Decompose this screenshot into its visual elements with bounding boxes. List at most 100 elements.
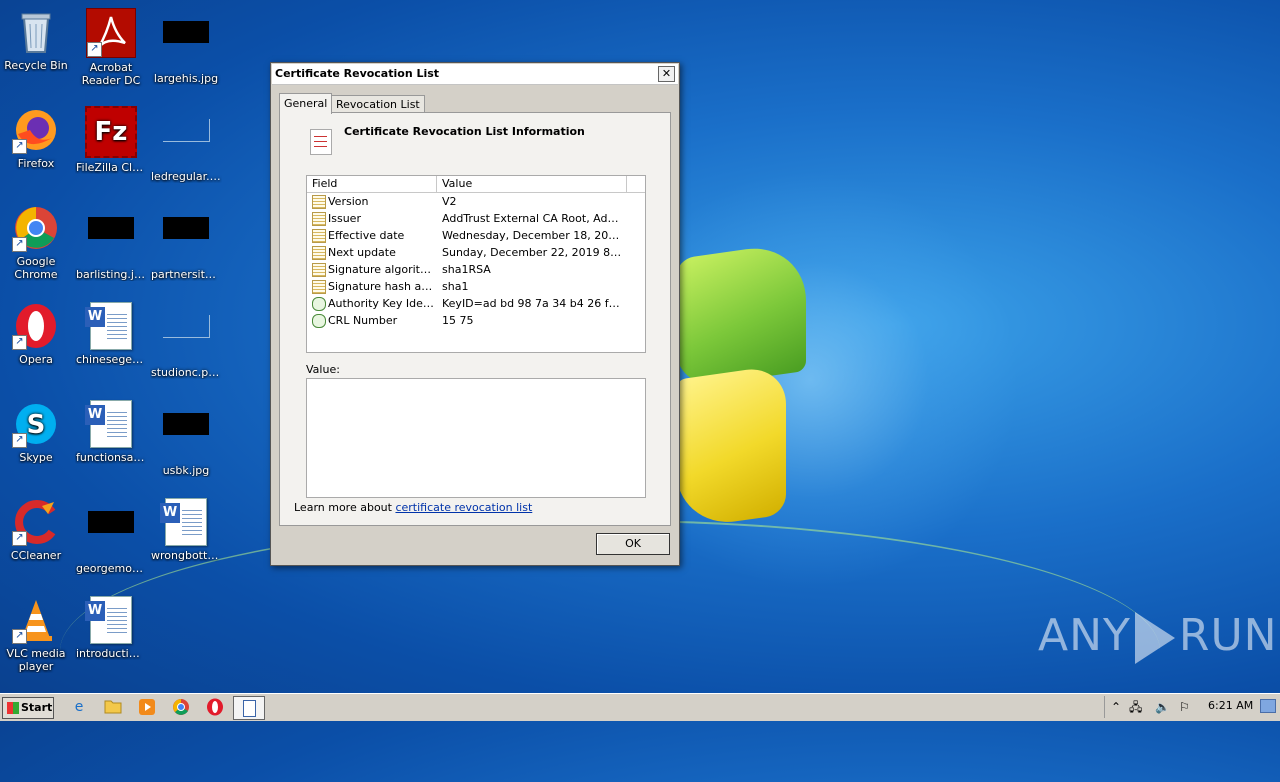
word-document-icon: W <box>160 498 210 546</box>
opera-icon[interactable] <box>206 698 224 716</box>
certificate-field-icon <box>312 229 326 243</box>
list-item[interactable]: Issuer AddTrust External CA Root, AddTr.… <box>307 210 645 227</box>
certificate-field-icon <box>312 246 326 260</box>
windows-flag-icon <box>7 702 19 714</box>
field-value: V2 <box>442 195 457 208</box>
desktop-icon-barlisting[interactable]: barlisting.jpg <box>75 204 147 281</box>
crl-help-link[interactable]: certificate revocation list <box>395 501 532 514</box>
list-item[interactable]: Signature algorithm sha1RSA <box>307 261 645 278</box>
taskbar: Start e ⌃ 🖧 🔈 ⚐ 6:21 AM <box>0 693 1280 721</box>
desktop-icon-vlc[interactable]: ↗ VLC media player <box>0 596 72 673</box>
folder-icon[interactable] <box>104 698 122 716</box>
acrobat-icon: ↗ <box>86 8 136 58</box>
list-item[interactable]: Authority Key Iden... KeyID=ad bd 98 7a … <box>307 295 645 312</box>
image-file-icon <box>162 413 210 461</box>
field-value: Sunday, December 22, 2019 8:08:... <box>442 246 622 259</box>
desktop-icon-introduction[interactable]: W introduction... <box>75 596 147 660</box>
show-desktop-icon[interactable] <box>1260 699 1276 713</box>
certificate-list-icon <box>310 129 332 155</box>
image-file-icon <box>162 119 210 167</box>
firefox-icon: ↗ <box>12 106 60 154</box>
desktop-icon-google-chrome[interactable]: ↗ Google Chrome <box>0 204 72 281</box>
field-name: CRL Number <box>328 314 398 327</box>
desktop-icon-georgemov[interactable]: georgemov... <box>75 498 147 575</box>
show-hidden-icons-chevron-icon[interactable]: ⌃ <box>1111 699 1121 715</box>
desktop-icon-firefox[interactable]: ↗ Firefox <box>0 106 72 170</box>
shortcut-arrow-icon: ↗ <box>12 237 27 252</box>
field-value: Wednesday, December 18, 2019 ... <box>442 229 622 242</box>
svg-text:Fz: Fz <box>95 117 128 147</box>
close-button[interactable]: ✕ <box>658 66 675 82</box>
network-icon[interactable]: 🖧 <box>1129 699 1142 715</box>
recycle-bin-icon <box>12 8 60 56</box>
certificate-field-icon <box>312 280 326 294</box>
dialog-title: Certificate Revocation List <box>275 67 440 80</box>
document-icon <box>243 700 256 717</box>
desktop-icon-functionsag[interactable]: W functionsag... <box>75 400 147 464</box>
desktop-icon-partnersites[interactable]: partnersites... <box>150 204 222 281</box>
ok-button[interactable]: OK <box>596 533 670 555</box>
field-name: Signature algorithm <box>328 263 434 276</box>
desktop-icon-label: Opera <box>19 353 53 366</box>
shortcut-arrow-icon: ↗ <box>12 433 27 448</box>
tab-general[interactable]: General <box>279 93 333 114</box>
desktop-icon-usbk[interactable]: usbk.jpg <box>150 400 222 477</box>
internet-explorer-icon[interactable]: e <box>70 698 88 716</box>
desktop-icon-acrobat[interactable]: ↗ Acrobat Reader DC <box>75 8 147 87</box>
general-tab-panel: Certificate Revocation List Information … <box>279 112 671 526</box>
desktop-icon-wrongbotto[interactable]: W wrongbotto... <box>150 498 222 562</box>
desktop-icon-ledregular[interactable]: ledregular.png <box>150 106 222 183</box>
panel-heading: Certificate Revocation List Information <box>344 125 585 138</box>
desktop-icon-label: VLC media player <box>6 647 66 673</box>
field-value: sha1 <box>442 280 469 293</box>
opera-icon: ↗ <box>12 302 60 350</box>
shortcut-arrow-icon: ↗ <box>12 531 27 546</box>
media-player-icon[interactable] <box>138 698 156 716</box>
desktop-icon-chinesegeo[interactable]: W chinesegeo... <box>75 302 147 366</box>
list-item[interactable]: Signature hash alg... sha1 <box>307 278 645 295</box>
field-name: Authority Key Iden... <box>328 297 434 310</box>
action-center-flag-icon[interactable]: ⚐ <box>1179 699 1190 715</box>
list-item[interactable]: CRL Number 15 75 <box>307 312 645 329</box>
learn-more-prefix: Learn more about <box>294 501 396 514</box>
desktop-icon-opera[interactable]: ↗ Opera <box>0 302 72 366</box>
tab-revocation-list[interactable]: Revocation List <box>331 95 425 113</box>
desktop-icon-recycle-bin[interactable]: Recycle Bin <box>0 8 72 72</box>
system-clock[interactable]: 6:21 AM <box>1208 699 1253 712</box>
dialog-titlebar[interactable]: Certificate Revocation List ✕ <box>272 64 678 85</box>
crl-dialog: Certificate Revocation List ✕ General Re… <box>270 62 680 566</box>
desktop-icon-label: CCleaner <box>10 549 62 562</box>
desktop-icon-label: usbk.jpg <box>162 464 210 477</box>
shortcut-arrow-icon: ↗ <box>12 139 27 154</box>
field-value: sha1RSA <box>442 263 491 276</box>
list-header: Field Value <box>307 176 645 193</box>
image-file-icon <box>162 315 210 363</box>
desktop-icon-label: functionsag... <box>76 451 147 464</box>
field-name: Issuer <box>328 212 361 225</box>
list-item[interactable]: Next update Sunday, December 22, 2019 8:… <box>307 244 645 261</box>
list-item[interactable]: Effective date Wednesday, December 18, 2… <box>307 227 645 244</box>
word-document-icon: W <box>85 302 135 350</box>
volume-icon[interactable]: 🔈 <box>1155 699 1170 715</box>
taskbar-crl-window-button[interactable] <box>233 696 265 720</box>
fields-list[interactable]: Field Value Version V2 Issuer AddTrust E… <box>306 175 646 353</box>
watermark-left: ANY <box>1038 610 1131 661</box>
value-textarea[interactable] <box>306 378 646 498</box>
word-document-icon: W <box>85 596 135 644</box>
desktop-icon-ccleaner[interactable]: ↗ CCleaner <box>0 498 72 562</box>
field-value: KeyID=ad bd 98 7a 34 b4 26 f7 fa... <box>442 297 622 310</box>
list-item[interactable]: Version V2 <box>307 193 645 210</box>
wallpaper-logo-yellow <box>676 364 786 530</box>
column-header-field[interactable]: Field <box>307 176 437 192</box>
desktop-icon-filezilla[interactable]: Fz FileZilla Client <box>75 106 147 174</box>
desktop-icon-studionc[interactable]: studionc.png <box>150 302 222 379</box>
chrome-icon[interactable] <box>172 698 190 716</box>
desktop-icon-largehis[interactable]: largehis.jpg <box>150 8 222 85</box>
desktop-icon-label: Skype <box>19 451 53 464</box>
start-label: Start <box>21 701 53 714</box>
certificate-field-icon <box>312 263 326 277</box>
value-label: Value: <box>306 363 340 376</box>
start-button[interactable]: Start <box>2 697 54 719</box>
column-header-value[interactable]: Value <box>437 176 627 192</box>
desktop-icon-skype[interactable]: S ↗ Skype <box>0 400 72 464</box>
